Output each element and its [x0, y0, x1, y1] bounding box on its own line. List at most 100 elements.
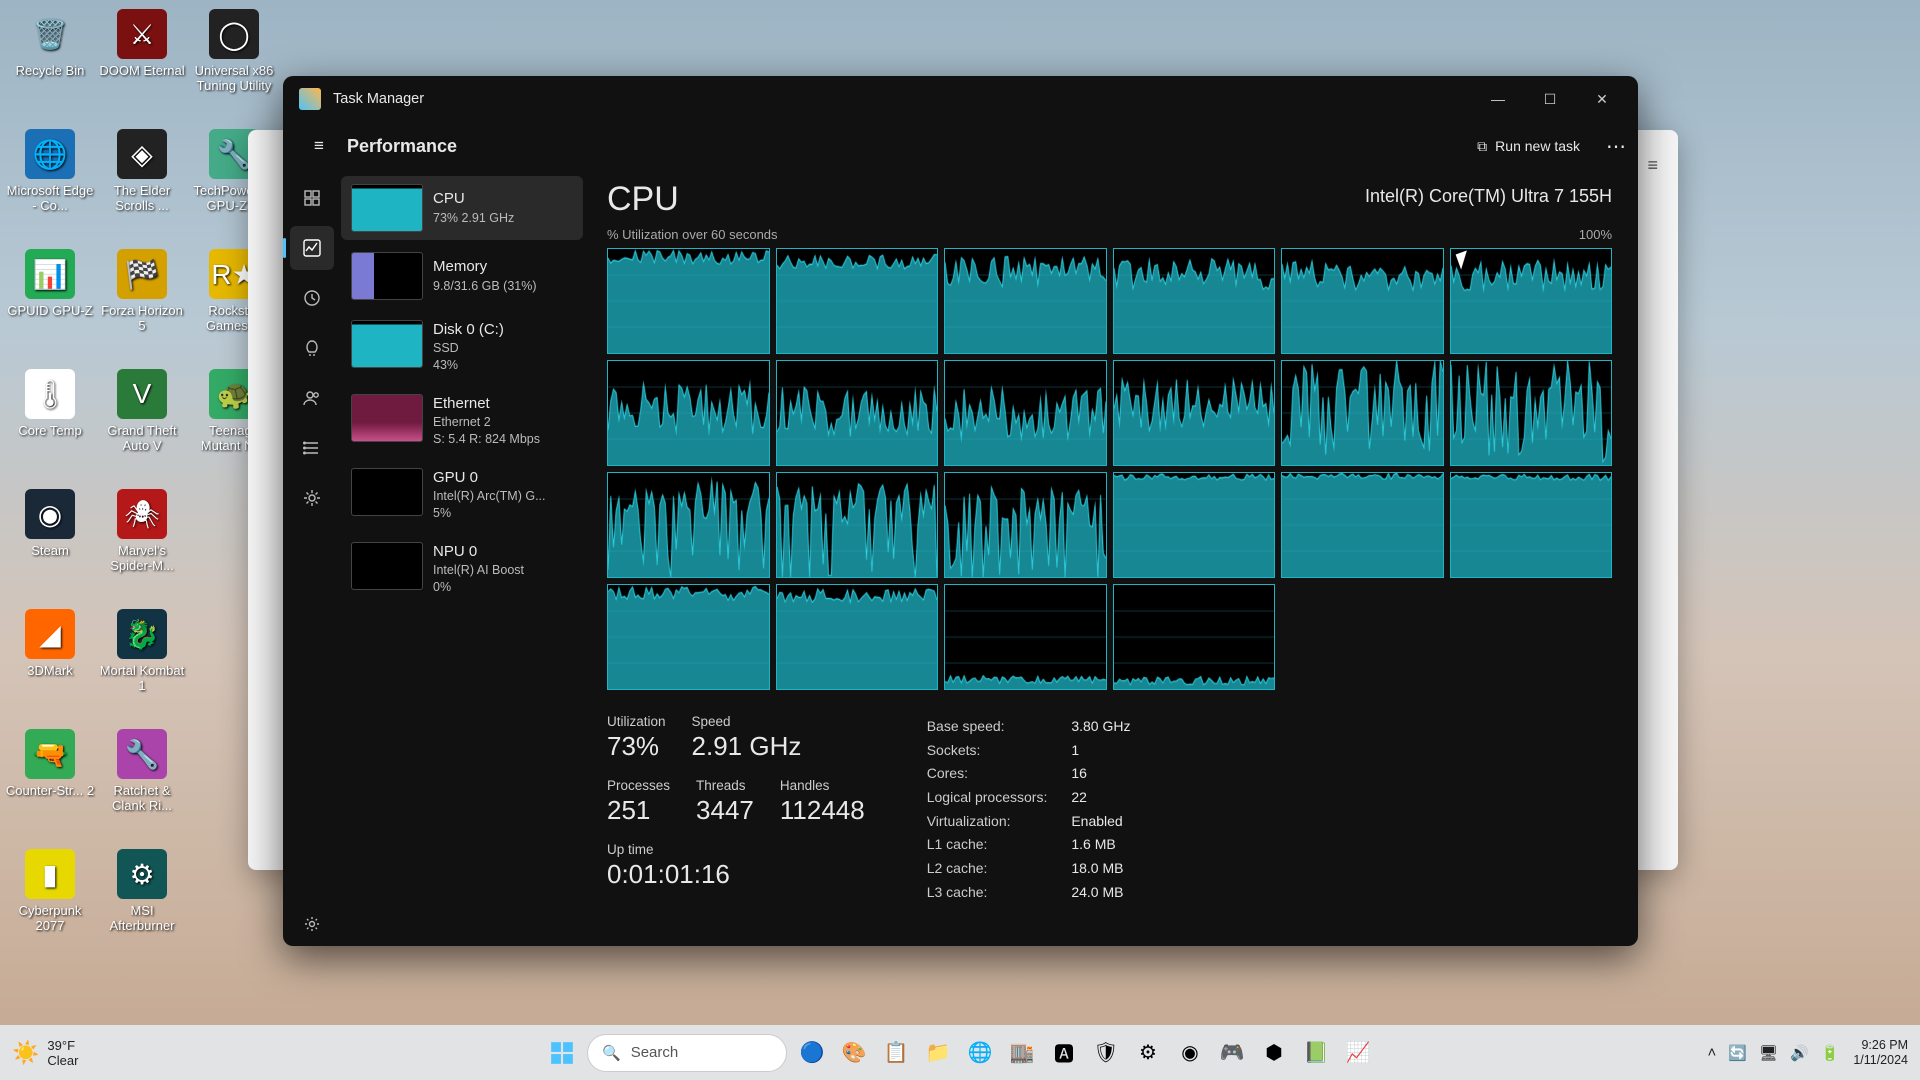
desktop-icon[interactable]: 📊GPUID GPU-Z: [5, 245, 95, 363]
taskbar-app[interactable]: 🔵: [793, 1034, 831, 1072]
side-item-ethernet[interactable]: Ethernet Ethernet 2S: 5.4 R: 824 Mbps: [341, 386, 583, 456]
taskbar-app[interactable]: 🛡: [1087, 1034, 1125, 1072]
settings-button[interactable]: [290, 902, 334, 946]
taskbar-app[interactable]: 🎮: [1213, 1034, 1251, 1072]
desktop-icon[interactable]: ◈The Elder Scrolls ...: [97, 125, 187, 243]
core-graph-16[interactable]: [1281, 472, 1444, 578]
taskbar-app[interactable]: 🅰: [1045, 1034, 1083, 1072]
processes-value: 251: [607, 795, 670, 826]
core-graph-9[interactable]: [1113, 360, 1276, 466]
tray-icon[interactable]: 🔄: [1728, 1044, 1747, 1062]
threads-label: Threads: [696, 778, 754, 793]
desktop-icon[interactable]: ◯Universal x86 Tuning Utility: [189, 5, 279, 123]
weather-temp: 39°F: [47, 1038, 78, 1053]
stats-section: Utilization 73% Speed 2.91 GHz Processes…: [607, 714, 1612, 906]
taskbar-app[interactable]: 📈: [1339, 1034, 1377, 1072]
core-graph-14[interactable]: [944, 472, 1107, 578]
nav-processes[interactable]: [290, 176, 334, 220]
taskbar[interactable]: ☀️ 39°F Clear 🔍 Search 🔵🎨📋📁🌐🏬🅰🛡⚙◉🎮⬢📗📈 ˄ 🔄…: [0, 1025, 1920, 1080]
core-graph-19[interactable]: [776, 584, 939, 690]
start-button[interactable]: [543, 1034, 581, 1072]
desktop-icon[interactable]: ▮Cyberpunk 2077: [5, 845, 95, 963]
more-options-button[interactable]: ⋯: [1594, 134, 1638, 159]
desktop-icon[interactable]: 🐉Mortal Kombat 1: [97, 605, 187, 723]
core-graph-4[interactable]: [1281, 248, 1444, 354]
core-graph-10[interactable]: [1281, 360, 1444, 466]
main-panel: CPU Intel(R) Core(TM) Ultra 7 155H % Uti…: [589, 170, 1638, 946]
spec-value: 3.80 GHz: [1071, 716, 1130, 738]
taskbar-app[interactable]: 🌐: [961, 1034, 999, 1072]
graph-max-label: 100%: [1579, 227, 1612, 242]
desktop-icon[interactable]: VGrand Theft Auto V: [97, 365, 187, 483]
tray-icon[interactable]: ˄: [1707, 1044, 1716, 1062]
side-item-cpu[interactable]: CPU 73% 2.91 GHz: [341, 176, 583, 240]
nav-services[interactable]: [290, 476, 334, 520]
taskbar-app[interactable]: 📗: [1297, 1034, 1335, 1072]
weather-cond: Clear: [47, 1053, 78, 1068]
core-graph-13[interactable]: [776, 472, 939, 578]
core-graph-21[interactable]: [1113, 584, 1276, 690]
core-graph-20[interactable]: [944, 584, 1107, 690]
desktop-icon[interactable]: ◢3DMark: [5, 605, 95, 723]
core-graph-5[interactable]: [1450, 248, 1613, 354]
clock[interactable]: 9:26 PM 1/11/2024: [1853, 1038, 1908, 1068]
nav-performance[interactable]: [290, 226, 334, 270]
desktop-icon[interactable]: ◉Steam: [5, 485, 95, 603]
core-graph-15[interactable]: [1113, 472, 1276, 578]
side-item-npu-0[interactable]: NPU 0 Intel(R) AI Boost0%: [341, 534, 583, 604]
taskbar-app[interactable]: 📋: [877, 1034, 915, 1072]
core-graph-12[interactable]: [607, 472, 770, 578]
utilization-label: Utilization: [607, 714, 666, 729]
search-box[interactable]: 🔍 Search: [587, 1034, 787, 1072]
threads-value: 3447: [696, 795, 754, 826]
desktop-icon[interactable]: 🕷Marvel's Spider-M...: [97, 485, 187, 603]
nav-toggle-button[interactable]: ≡: [297, 124, 341, 168]
core-graph-3[interactable]: [1113, 248, 1276, 354]
desktop-icon[interactable]: ⚔DOOM Eternal: [97, 5, 187, 123]
desktop-icon[interactable]: ⚙MSI Afterburner: [97, 845, 187, 963]
titlebar[interactable]: Task Manager — ☐ ✕: [283, 76, 1638, 122]
core-graph-1[interactable]: [776, 248, 939, 354]
desktop-icon[interactable]: 🔧Ratchet & Clank Ri...: [97, 725, 187, 843]
side-item-gpu-0[interactable]: GPU 0 Intel(R) Arc(TM) G...5%: [341, 460, 583, 530]
core-graph-18[interactable]: [607, 584, 770, 690]
nav-startup[interactable]: [290, 326, 334, 370]
tray-icon[interactable]: 🖥: [1759, 1044, 1778, 1062]
hamburger-icon[interactable]: ≡: [1647, 155, 1658, 176]
side-item-disk-0-c-[interactable]: Disk 0 (C:) SSD43%: [341, 312, 583, 382]
taskbar-app[interactable]: 🎨: [835, 1034, 873, 1072]
close-button[interactable]: ✕: [1576, 79, 1628, 119]
processes-label: Processes: [607, 778, 670, 793]
clock-date: 1/11/2024: [1853, 1053, 1908, 1068]
desktop-icon[interactable]: 🔫Counter-Str... 2: [5, 725, 95, 843]
nav-app-history[interactable]: [290, 276, 334, 320]
desktop-icon[interactable]: 🌐Microsoft Edge - Co...: [5, 125, 95, 243]
app-icon: [299, 88, 321, 110]
core-graph-7[interactable]: [776, 360, 939, 466]
weather-widget[interactable]: ☀️ 39°F Clear: [12, 1038, 78, 1068]
desktop-icon[interactable]: 🌡Core Temp: [5, 365, 95, 483]
core-graph-8[interactable]: [944, 360, 1107, 466]
core-graph-0[interactable]: [607, 248, 770, 354]
taskbar-app[interactable]: ⚙: [1129, 1034, 1167, 1072]
side-item-memory[interactable]: Memory 9.8/31.6 GB (31%): [341, 244, 583, 308]
core-graph-2[interactable]: [944, 248, 1107, 354]
nav-users[interactable]: [290, 376, 334, 420]
maximize-button[interactable]: ☐: [1524, 79, 1576, 119]
taskbar-app[interactable]: 📁: [919, 1034, 957, 1072]
spec-label: Cores:: [927, 763, 1070, 785]
taskbar-app[interactable]: 🏬: [1003, 1034, 1041, 1072]
minimize-button[interactable]: —: [1472, 79, 1524, 119]
nav-details[interactable]: [290, 426, 334, 470]
core-graph-6[interactable]: [607, 360, 770, 466]
desktop-icon[interactable]: 🗑️Recycle Bin: [5, 5, 95, 123]
run-new-task-button[interactable]: ⧉ Run new task: [1463, 130, 1594, 163]
uptime-label: Up time: [607, 842, 865, 857]
desktop-icon[interactable]: 🏁Forza Horizon 5: [97, 245, 187, 363]
taskbar-app[interactable]: ◉: [1171, 1034, 1209, 1072]
tray-icon[interactable]: 🔊: [1790, 1044, 1809, 1062]
taskbar-app[interactable]: ⬢: [1255, 1034, 1293, 1072]
core-graph-17[interactable]: [1450, 472, 1613, 578]
tray-icon[interactable]: 🔋: [1821, 1044, 1840, 1062]
core-graph-11[interactable]: [1450, 360, 1613, 466]
